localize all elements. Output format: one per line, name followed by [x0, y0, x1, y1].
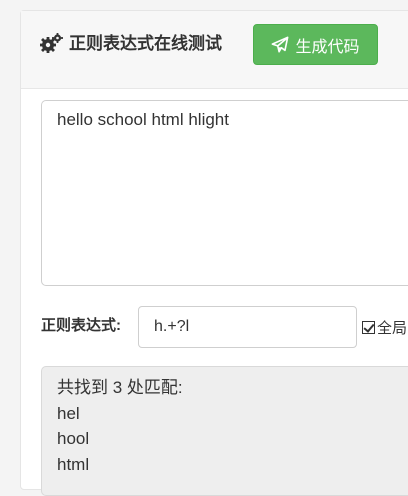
regex-label: 正则表达式: — [41, 317, 121, 334]
regex-input[interactable] — [138, 306, 357, 348]
page-title: 正则表达式在线测试 — [69, 34, 222, 53]
global-checkbox[interactable] — [362, 320, 375, 334]
match-item: hel — [57, 403, 80, 423]
regex-tester-panel: 正则表达式在线测试 生成代码 hello school html hlight … — [20, 10, 408, 496]
match-result-box: 共找到 3 处匹配: hel hool html — [41, 366, 408, 496]
match-item: hool — [57, 429, 90, 448]
match-item: html — [57, 454, 90, 474]
panel-header: 正则表达式在线测试 生成代码 — [21, 11, 408, 89]
gears-icon — [40, 33, 63, 53]
test-text-area[interactable]: hello school html hlight — [41, 100, 408, 286]
generate-code-button[interactable]: 生成代码 — [253, 24, 378, 65]
global-option[interactable]: 全局 — [362, 317, 407, 337]
generate-code-label: 生成代码 — [295, 38, 360, 56]
paper-plane-icon — [272, 36, 289, 53]
global-option-label: 全局 — [377, 319, 408, 337]
match-summary: 共找到 3 处匹配: — [57, 378, 183, 397]
